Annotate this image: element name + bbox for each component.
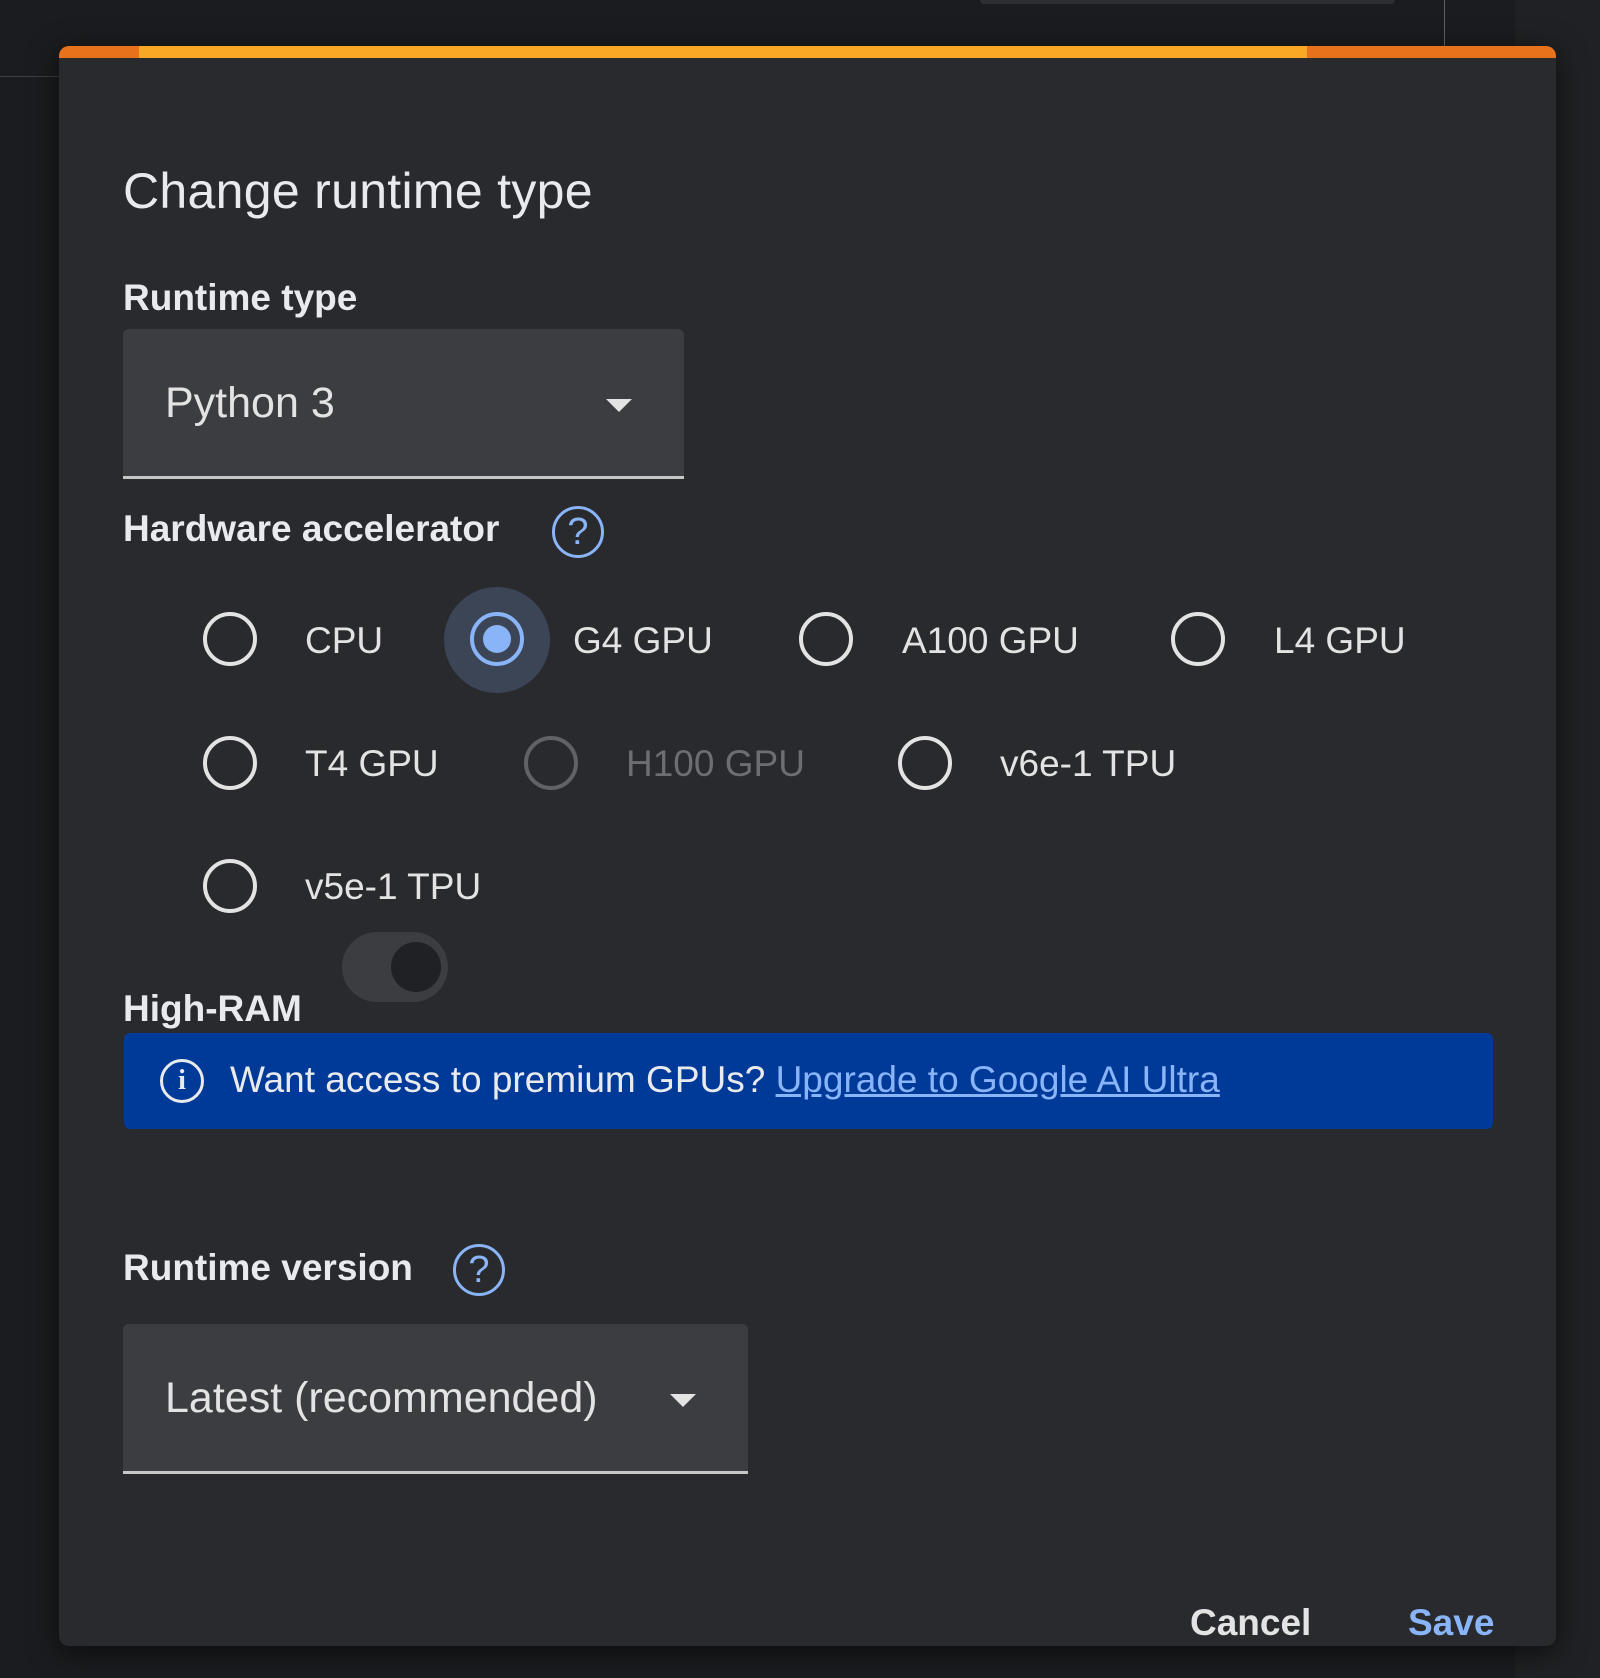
runtime-type-select[interactable]: Python 3 <box>123 329 684 479</box>
radio-label-t4-gpu: T4 GPU <box>305 743 439 784</box>
dropdown-arrow-icon <box>670 1394 696 1407</box>
radio-label-l4-gpu: L4 GPU <box>1274 620 1406 661</box>
runtime-type-label: Runtime type <box>123 277 358 318</box>
upgrade-link[interactable]: Upgrade to Google AI Ultra <box>776 1059 1220 1100</box>
radio-v6e-1-tpu[interactable] <box>898 736 952 790</box>
runtime-version-select[interactable]: Latest (recommended) <box>123 1324 748 1474</box>
radio-label-g4-gpu: G4 GPU <box>573 620 713 661</box>
radio-g4-gpu[interactable] <box>470 612 524 666</box>
save-button[interactable]: Save <box>1408 1602 1494 1644</box>
radio-cpu[interactable] <box>203 612 257 666</box>
background-divider <box>0 76 60 77</box>
radio-label-cpu: CPU <box>305 620 384 661</box>
dialog-progress-bar <box>59 46 1556 58</box>
cancel-button[interactable]: Cancel <box>1190 1602 1311 1644</box>
radio-label-v6e-1-tpu: v6e-1 TPU <box>1000 743 1177 784</box>
runtime-version-value: Latest (recommended) <box>165 1374 598 1422</box>
dialog-title: Change runtime type <box>123 163 593 219</box>
high-ram-toggle-thumb <box>391 942 441 992</box>
help-icon[interactable]: ? <box>453 1244 505 1296</box>
high-ram-label: High-RAM <box>123 988 302 1029</box>
banner-message: Want access to premium GPUs? Upgrade to … <box>230 1059 1220 1101</box>
radio-h100-gpu <box>524 736 578 790</box>
radio-l4-gpu[interactable] <box>1171 612 1225 666</box>
upgrade-banner: i Want access to premium GPUs? Upgrade t… <box>124 1033 1493 1129</box>
radio-v5e-1-tpu[interactable] <box>203 859 257 913</box>
banner-text: Want access to premium GPUs? <box>230 1059 766 1100</box>
runtime-version-label: Runtime version <box>123 1247 413 1288</box>
background-toolbar-edge <box>980 0 1395 4</box>
progress-bar-fill <box>139 46 1307 58</box>
dropdown-arrow-icon <box>606 399 632 412</box>
help-icon[interactable]: ? <box>552 506 604 558</box>
runtime-type-value: Python 3 <box>165 379 335 427</box>
radio-t4-gpu[interactable] <box>203 736 257 790</box>
radio-a100-gpu[interactable] <box>799 612 853 666</box>
radio-label-a100-gpu: A100 GPU <box>902 620 1079 661</box>
info-icon: i <box>160 1059 204 1103</box>
hardware-accelerator-label: Hardware accelerator <box>123 508 500 549</box>
radio-label-v5e-1-tpu: v5e-1 TPU <box>305 866 482 907</box>
background-vertical-divider <box>1444 0 1445 48</box>
change-runtime-dialog: Change runtime type Runtime type Python … <box>59 46 1556 1646</box>
radio-label-h100-gpu: H100 GPU <box>626 743 805 784</box>
